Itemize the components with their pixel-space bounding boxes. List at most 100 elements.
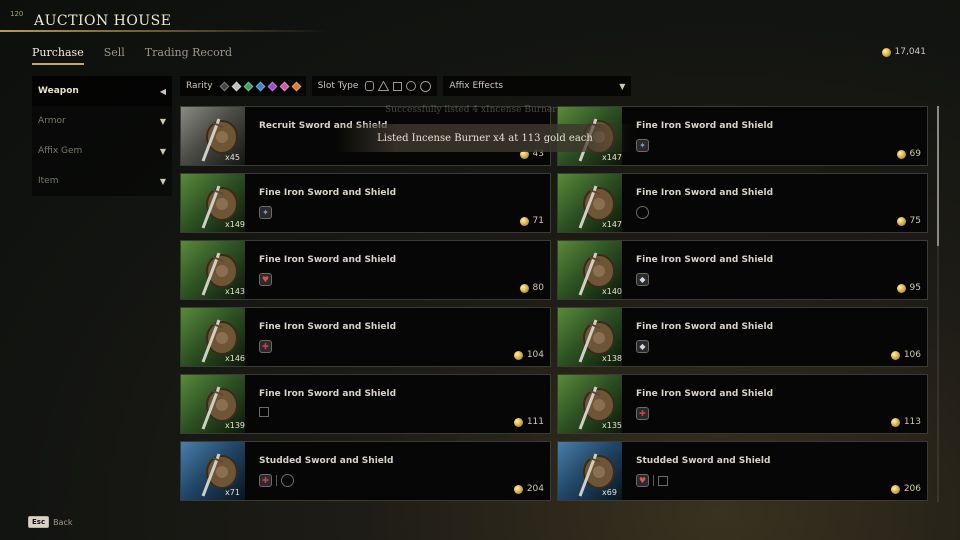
item-name: Fine Iron Sword and Shield (636, 389, 774, 399)
scrollbar[interactable] (937, 106, 939, 502)
item-quantity: x138 (602, 354, 623, 363)
affix-slots: ◆ (636, 273, 649, 286)
affix-separator (653, 475, 654, 486)
listing-card[interactable]: x146 Fine Iron Sword and Shield ✚ 104 (180, 307, 551, 367)
sidebar-item-label: Affix Gem (38, 146, 83, 156)
item-name: Fine Iron Sword and Shield (259, 322, 397, 332)
item-price-value: 111 (526, 417, 544, 427)
toast-notification: Listed Incense Burner x4 at 113 gold eac… (335, 124, 635, 152)
item-name: Fine Iron Sword and Shield (636, 322, 774, 332)
affix-circle-icon (636, 206, 649, 219)
item-price: 69 (896, 149, 921, 159)
slot-rounded-icon[interactable] (365, 81, 375, 91)
sidebar-item-armor[interactable]: Armor ▼ (32, 106, 172, 136)
tab-trading-record[interactable]: Trading Record (145, 46, 232, 65)
toast-faded: Successfully listed 4 xIncense Burner (385, 105, 557, 115)
listing-card[interactable]: x71 Studded Sword and Shield ✚ 204 (180, 441, 551, 501)
rarity-filter[interactable]: Rarity (180, 76, 306, 96)
rarity-diamond-icon[interactable] (231, 81, 242, 91)
rarity-diamond-icon[interactable] (243, 81, 254, 91)
back-label: Back (53, 517, 73, 527)
affix-plus-icon: ✚ (259, 340, 272, 353)
caret-down-icon: ▼ (159, 146, 166, 156)
listing-card[interactable]: x143 Fine Iron Sword and Shield ♥ 80 (180, 240, 551, 300)
affix-effects-select[interactable]: Affix Effects ▼ (443, 76, 632, 96)
affix-slots (259, 407, 269, 417)
rarity-diamond-icon[interactable] (267, 81, 278, 91)
slot-type-filter-label: Slot Type (317, 81, 359, 91)
caret-down-icon: ▼ (159, 116, 166, 126)
listing-card[interactable]: x69 Studded Sword and Shield ♥ 206 (557, 441, 928, 501)
slot-circle-icon[interactable] (406, 81, 417, 91)
item-thumbnail: x69 (558, 442, 622, 500)
rarity-diamond-icon[interactable] (291, 81, 302, 91)
item-price: 113 (890, 417, 921, 427)
item-name: Fine Iron Sword and Shield (636, 188, 774, 198)
sidebar-item-label: Item (38, 176, 59, 186)
listing-card[interactable]: x138 Fine Iron Sword and Shield ◆ 106 (557, 307, 928, 367)
listing-card[interactable]: x139 Fine Iron Sword and Shield 111 (180, 374, 551, 434)
item-quantity: x146 (225, 354, 246, 363)
item-quantity: x139 (225, 421, 246, 430)
dropdown-arrow-icon: ▼ (619, 81, 626, 91)
affix-effects-label: Affix Effects (449, 81, 504, 91)
footer-back[interactable]: Esc Back (28, 516, 73, 528)
affix-square-icon (658, 475, 668, 486)
sidebar-item-item[interactable]: Item ▼ (32, 166, 172, 196)
listing-card[interactable]: x147 Fine Iron Sword and Shield 75 (557, 173, 928, 233)
listing-card[interactable]: x140 Fine Iron Sword and Shield ◆ 95 (557, 240, 928, 300)
item-price-value: 113 (903, 417, 921, 427)
item-quantity: x149 (225, 220, 246, 229)
slot-square-icon[interactable] (393, 81, 403, 91)
affix-slots: ♥ (259, 273, 272, 286)
toast-message: Listed Incense Burner x4 at 113 gold eac… (377, 132, 593, 144)
slot-round-icon[interactable] (420, 80, 432, 92)
rarity-diamond-icon[interactable] (279, 81, 290, 91)
gold-coin-icon (513, 417, 523, 427)
item-thumbnail: x71 (181, 442, 245, 500)
tab-sell[interactable]: Sell (104, 46, 125, 65)
gold-coin-icon (890, 350, 900, 360)
listing-card[interactable]: x135 Fine Iron Sword and Shield ✚ 113 (557, 374, 928, 434)
gold-coin-icon (890, 484, 900, 494)
affix-plus-icon: ✚ (259, 474, 272, 487)
affix-slots: ♥ (636, 474, 668, 487)
rarity-diamond-icon[interactable] (219, 81, 230, 91)
item-price-value: 106 (903, 350, 921, 360)
affix-cross-icon: ✦ (636, 139, 649, 152)
item-price: 204 (513, 484, 544, 494)
affix-slots: ✚ (259, 340, 272, 353)
sidebar-item-weapon[interactable]: Weapon ◀ (32, 76, 172, 106)
affix-heart-icon: ♥ (636, 474, 649, 487)
item-quantity: x135 (602, 421, 623, 430)
item-price-value: 75 (909, 216, 921, 226)
caret-down-icon: ▼ (159, 176, 166, 186)
item-price: 206 (890, 484, 921, 494)
sidebar-item-label: Weapon (38, 86, 79, 96)
gold-coin-icon (513, 484, 523, 494)
affix-slots: ◆ (636, 340, 649, 353)
category-sidebar: Weapon ◀ Armor ▼ Affix Gem ▼ Item ▼ (32, 76, 172, 196)
gold-coin-icon (881, 47, 891, 57)
affix-heart-icon: ♥ (259, 273, 272, 286)
listing-card[interactable]: x149 Fine Iron Sword and Shield ✦ 71 (180, 173, 551, 233)
item-price-value: 95 (909, 283, 921, 293)
slot-triangle-icon[interactable] (378, 81, 390, 91)
item-thumbnail: x140 (558, 241, 622, 299)
slot-type-filter[interactable]: Slot Type (311, 76, 438, 96)
item-thumbnail: x147 (558, 174, 622, 232)
item-price-value: 104 (526, 350, 544, 360)
item-thumbnail: x138 (558, 308, 622, 366)
item-name: Fine Iron Sword and Shield (636, 255, 774, 265)
rarity-filter-label: Rarity (186, 81, 213, 91)
page-title: AUCTION HOUSE (34, 13, 172, 29)
item-quantity: x147 (602, 153, 623, 162)
item-name: Fine Iron Sword and Shield (259, 188, 397, 198)
tab-purchase[interactable]: Purchase (32, 46, 84, 65)
affix-slots (636, 206, 649, 219)
gold-coin-icon (896, 283, 906, 293)
scrollbar-thumb[interactable] (937, 106, 939, 246)
sidebar-item-affix-gem[interactable]: Affix Gem ▼ (32, 136, 172, 166)
gold-coin-icon (519, 283, 529, 293)
rarity-diamond-icon[interactable] (255, 81, 266, 91)
